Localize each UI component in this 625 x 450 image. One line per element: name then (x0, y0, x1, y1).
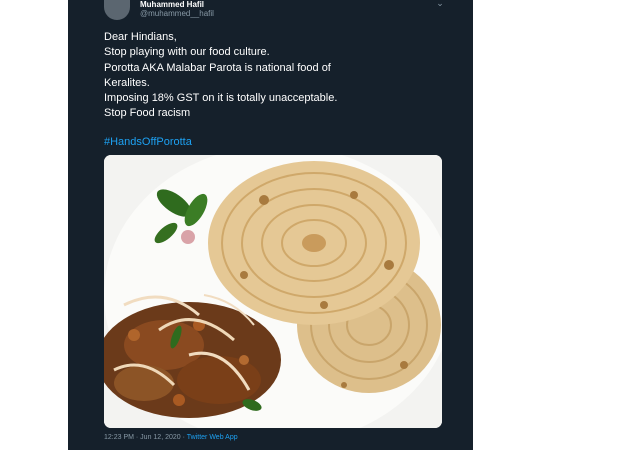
tweet-line: Imposing 18% GST on it is totally unacce… (104, 92, 338, 105)
tweet-text: Dear Hindians, Stop playing with our foo… (104, 30, 444, 122)
chevron-down-icon[interactable]: ⌄ (433, 0, 447, 10)
tweet-meta: 12:23 PM · Jun 12, 2020 · Twitter Web Ap… (104, 434, 238, 441)
tweet-line: Dear Hindians, (104, 31, 177, 43)
tweet-line: Stop Food racism (104, 107, 191, 120)
tweet-timestamp[interactable]: 12:23 PM · Jun 12, 2020 · (104, 434, 185, 441)
porotta-plate-image (104, 155, 442, 428)
author-name[interactable]: Muhammed Hafil (140, 0, 204, 9)
tweet-source[interactable]: Twitter Web App (187, 434, 238, 441)
avatar[interactable] (104, 0, 130, 20)
tweet-line: Stop playing with our food culture. (104, 46, 270, 59)
tweet-card: Muhammed Hafil @muhammed__hafil ⌄ Dear H… (68, 0, 473, 450)
tweet-line: Porotta AKA Malabar Parota is national f… (104, 61, 331, 74)
author-handle[interactable]: @muhammed__hafil (140, 9, 214, 18)
tweet-line: Keralites. (104, 76, 150, 89)
tweet-photo[interactable] (104, 155, 442, 428)
hashtag-link[interactable]: #HandsOffPorotta (104, 136, 192, 148)
